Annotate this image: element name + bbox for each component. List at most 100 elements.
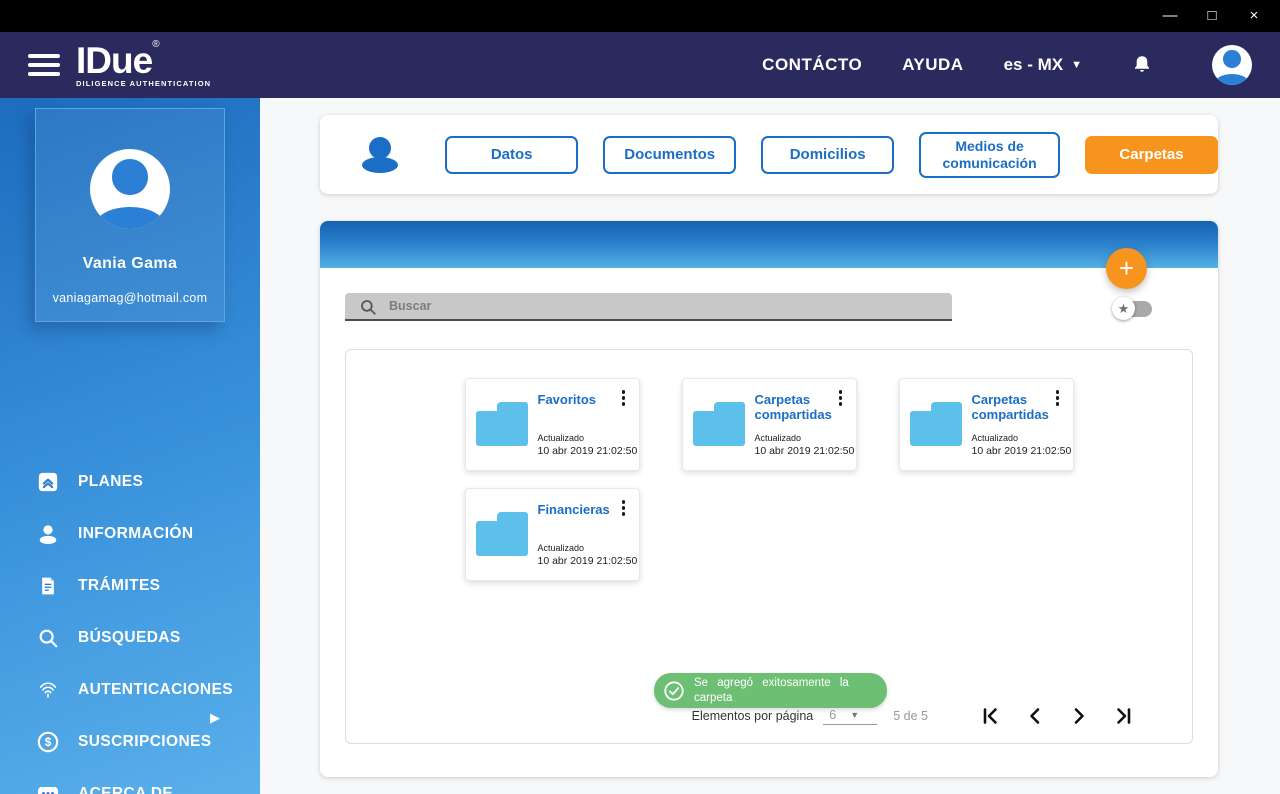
items-per-page-label: Elementos por página: [691, 709, 814, 723]
sidebar-item-label: TRÁMITES: [78, 577, 161, 594]
sidebar-item-tramites[interactable]: TRÁMITES: [0, 560, 260, 612]
next-page-button[interactable]: [1068, 705, 1090, 727]
folder-updated-label: Actualizado: [537, 543, 585, 553]
folder-icon: [475, 512, 528, 556]
folder-card[interactable]: Financieras Actualizado 10 abr 2019 21:0…: [464, 488, 640, 581]
tab-documentos[interactable]: Documentos: [603, 135, 737, 174]
user-email: vaniagamag@hotmail.com: [52, 291, 208, 305]
star-icon: ★: [1112, 297, 1135, 320]
user-name: Vania Gama: [82, 255, 178, 272]
minimize-button[interactable]: —: [1160, 0, 1180, 32]
folder-card[interactable]: Favoritos Actualizado 10 abr 2019 21:02:…: [464, 378, 640, 471]
sidebar-user-card: Vania Gama vaniagamag@hotmail.com: [35, 108, 225, 322]
folder-updated-date: 10 abr 2019 21:02:50: [537, 555, 638, 567]
folder-search: [345, 293, 952, 321]
folder-options-kebab-icon[interactable]: [615, 497, 633, 521]
sidebar-item-label: AUTENTICACIONES: [78, 681, 233, 698]
nav-help-link[interactable]: AYUDA: [902, 55, 963, 75]
last-page-button[interactable]: [1112, 705, 1134, 727]
folder-updated-label: Actualizado: [971, 433, 1019, 443]
search-icon: [359, 298, 377, 316]
dollar-icon: $: [36, 730, 60, 754]
previous-page-button[interactable]: [1024, 705, 1046, 727]
sidebar-item-label: PLANES: [78, 473, 144, 490]
app-window: — □ × IDue® DILIGENCE AUTHENTICATION CON…: [0, 0, 1280, 794]
sidebar-item-label: BÚSQUEDAS: [78, 629, 181, 646]
sidebar-item-acerca-de[interactable]: ACERCA DE: [0, 768, 260, 794]
tab-datos[interactable]: Datos: [445, 135, 579, 174]
chevron-down-icon: ▼: [1071, 59, 1082, 71]
folder-options-kebab-icon[interactable]: [832, 387, 850, 411]
folder-card[interactable]: Carpetas compartidas Actualizado 10 abr …: [681, 378, 857, 471]
add-folder-button[interactable]: +: [1106, 248, 1147, 289]
first-page-button[interactable]: [980, 705, 1002, 727]
folders-panel-header: [320, 221, 1218, 268]
folder-icon: [692, 402, 745, 446]
section-tabs-card: Datos Documentos Domicilios Medios de co…: [320, 115, 1218, 194]
folder-updated-date: 10 abr 2019 21:02:50: [537, 445, 638, 457]
os-titlebar: — □ ×: [0, 0, 1280, 32]
language-selector[interactable]: es - MX ▼: [1004, 55, 1082, 75]
plans-icon: [36, 470, 60, 494]
sidebar-item-suscripciones[interactable]: $ SUSCRIPCIONES: [0, 716, 260, 768]
folders-container: Favoritos Actualizado 10 abr 2019 21:02:…: [345, 349, 1193, 744]
pagination-nav: [980, 705, 1134, 727]
sidebar: Vania Gama vaniagamag@hotmail.com PLANES…: [0, 98, 260, 794]
fingerprint-icon: [36, 678, 60, 702]
pagination-bar: Elementos por página 6 ▼ 5 de 5: [692, 705, 1134, 727]
app-header: IDue® DILIGENCE AUTHENTICATION CONTÁCTO …: [0, 32, 1280, 98]
sidebar-item-planes[interactable]: PLANES: [0, 456, 260, 508]
toast-message: Se agregó exitosamente la carpeta: [694, 677, 849, 704]
search-icon: [36, 626, 60, 650]
folders-panel: + ★ Favoritos Actualizado: [320, 221, 1218, 777]
sidebar-item-label: INFORMACIÓN: [78, 525, 194, 542]
chat-icon: [36, 782, 60, 794]
logo-subtitle: DILIGENCE AUTHENTICATION: [76, 79, 212, 89]
registered-mark: ®: [152, 39, 160, 51]
document-icon: [36, 574, 60, 598]
folder-options-kebab-icon[interactable]: [615, 387, 633, 411]
folder-updated-label: Actualizado: [537, 433, 585, 443]
tab-domicilios[interactable]: Domicilios: [761, 135, 895, 174]
language-value: es - MX: [1003, 55, 1064, 74]
success-toast: Se agregó exitosamente la carpeta: [654, 673, 887, 708]
tab-carpetas[interactable]: Carpetas: [1085, 135, 1218, 174]
logo-title: IDue: [76, 40, 153, 82]
app-logo: IDue® DILIGENCE AUTHENTICATION: [76, 39, 212, 89]
nav-contact-link[interactable]: CONTÁCTO: [762, 55, 862, 75]
check-circle-icon: [664, 680, 684, 701]
search-input[interactable]: [345, 293, 952, 321]
folder-updated-date: 10 abr 2019 21:02:50: [971, 445, 1072, 457]
notifications-bell-icon[interactable]: [1130, 53, 1154, 77]
user-avatar[interactable]: [1212, 45, 1252, 85]
hamburger-menu-icon[interactable]: [28, 54, 60, 76]
sidebar-item-informacion[interactable]: INFORMACIÓN: [0, 508, 260, 560]
favorites-filter-toggle[interactable]: ★: [1112, 297, 1152, 321]
page-range: 5 de 5: [893, 709, 928, 723]
chevron-down-icon: ▼: [850, 709, 860, 720]
folder-updated-label: Actualizado: [754, 433, 802, 443]
close-button[interactable]: ×: [1244, 0, 1264, 32]
sidebar-menu: PLANES INFORMACIÓN TRÁMITES BÚSQUEDAS AU…: [0, 456, 260, 794]
maximize-button[interactable]: □: [1202, 0, 1222, 32]
sidebar-avatar: [90, 149, 170, 229]
sidebar-item-label: SUSCRIPCIONES: [78, 733, 212, 750]
main-content: Datos Documentos Domicilios Medios de co…: [260, 98, 1280, 794]
page-size-select[interactable]: 6 ▼: [823, 707, 878, 725]
header-nav: CONTÁCTO AYUDA es - MX ▼: [762, 45, 1252, 85]
folder-icon: [909, 402, 962, 446]
tab-medios-de-comunicacion[interactable]: Medios de comunicación: [919, 131, 1060, 178]
profile-person-icon: [362, 135, 398, 175]
section-tabs: Datos Documentos Domicilios Medios de co…: [445, 131, 1218, 178]
svg-text:$: $: [45, 735, 52, 749]
sidebar-item-autenticaciones[interactable]: AUTENTICACIONES: [0, 664, 260, 716]
folders-grid: Favoritos Actualizado 10 abr 2019 21:02:…: [464, 378, 1074, 581]
folder-updated-date: 10 abr 2019 21:02:50: [754, 445, 855, 457]
sidebar-item-busquedas[interactable]: BÚSQUEDAS: [0, 612, 260, 664]
folder-card[interactable]: Carpetas compartidas Actualizado 10 abr …: [898, 378, 1074, 471]
page-size-value: 6: [829, 707, 837, 722]
folder-options-kebab-icon[interactable]: [1049, 387, 1067, 411]
sidebar-item-label: ACERCA DE: [78, 785, 174, 794]
submenu-expand-icon[interactable]: ▶: [210, 710, 220, 726]
folder-icon: [475, 402, 528, 446]
